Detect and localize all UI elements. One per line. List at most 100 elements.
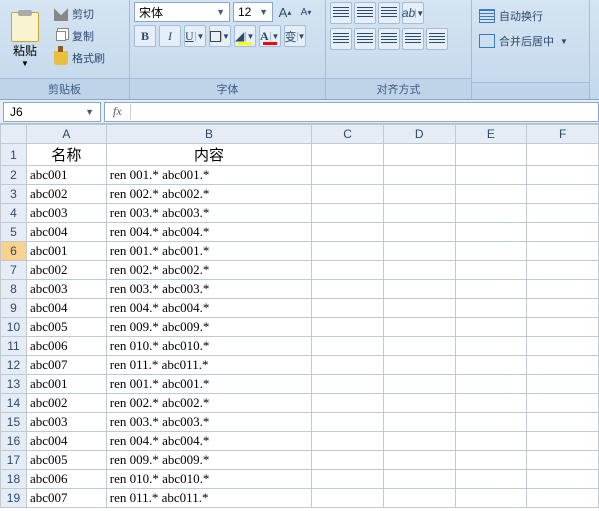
cell[interactable] (383, 166, 455, 185)
cell[interactable]: ren 011.* abc011.* (106, 356, 311, 375)
cell[interactable] (383, 280, 455, 299)
cell[interactable] (455, 413, 527, 432)
cell[interactable]: abc005 (26, 318, 106, 337)
cell[interactable] (383, 223, 455, 242)
cell[interactable] (383, 356, 455, 375)
row-header[interactable]: 1 (1, 144, 27, 166)
cell[interactable]: ren 003.* abc003.* (106, 413, 311, 432)
cell[interactable] (312, 375, 384, 394)
column-header-c[interactable]: C (312, 125, 384, 144)
cell[interactable] (455, 394, 527, 413)
wrap-text-button[interactable]: 自动换行 (476, 5, 585, 27)
orientation-button[interactable]: ab▼ (402, 2, 424, 24)
cell[interactable] (527, 318, 599, 337)
cell[interactable]: abc003 (26, 413, 106, 432)
cell[interactable]: abc002 (26, 185, 106, 204)
cell[interactable]: 内容 (106, 144, 311, 166)
cell[interactable] (455, 299, 527, 318)
cell[interactable] (312, 280, 384, 299)
cell[interactable] (455, 242, 527, 261)
cell[interactable] (527, 337, 599, 356)
row-header[interactable]: 16 (1, 432, 27, 451)
row-header[interactable]: 7 (1, 261, 27, 280)
grow-font-button[interactable]: A▴ (276, 2, 294, 22)
cell[interactable]: abc002 (26, 261, 106, 280)
cell[interactable] (455, 356, 527, 375)
cell[interactable]: ren 003.* abc003.* (106, 280, 311, 299)
cell[interactable]: ren 010.* abc010.* (106, 337, 311, 356)
cell[interactable] (455, 144, 527, 166)
cell[interactable] (383, 144, 455, 166)
cell[interactable] (527, 242, 599, 261)
cut-button[interactable]: 剪切 (50, 4, 109, 24)
align-center-button[interactable] (354, 28, 376, 50)
cell[interactable] (527, 223, 599, 242)
underline-button[interactable]: U▼ (184, 25, 206, 47)
fill-color-button[interactable]: ◢▼ (234, 25, 256, 47)
cell[interactable] (312, 144, 384, 166)
italic-button[interactable]: I (159, 25, 181, 47)
border-button[interactable]: ▼ (209, 25, 231, 47)
cell[interactable] (527, 394, 599, 413)
row-header[interactable]: 11 (1, 337, 27, 356)
row-header[interactable]: 18 (1, 470, 27, 489)
cell[interactable] (383, 470, 455, 489)
cell[interactable] (312, 318, 384, 337)
select-all-corner[interactable] (1, 125, 27, 144)
row-header[interactable]: 8 (1, 280, 27, 299)
column-header-b[interactable]: B (106, 125, 311, 144)
cell[interactable]: abc001 (26, 166, 106, 185)
cell[interactable] (455, 318, 527, 337)
cell[interactable] (312, 261, 384, 280)
column-header-e[interactable]: E (455, 125, 527, 144)
cell[interactable] (527, 280, 599, 299)
format-painter-button[interactable]: 格式刷 (50, 48, 109, 68)
row-header[interactable]: 3 (1, 185, 27, 204)
cell[interactable]: abc005 (26, 451, 106, 470)
cell[interactable] (527, 489, 599, 508)
cell[interactable]: abc004 (26, 432, 106, 451)
cell[interactable]: abc004 (26, 223, 106, 242)
column-header-f[interactable]: F (527, 125, 599, 144)
cell[interactable] (455, 280, 527, 299)
cell[interactable]: abc007 (26, 356, 106, 375)
cell[interactable] (527, 144, 599, 166)
align-middle-button[interactable] (354, 2, 376, 24)
cell[interactable] (527, 375, 599, 394)
cell[interactable]: ren 009.* abc009.* (106, 318, 311, 337)
cell[interactable] (455, 375, 527, 394)
cell[interactable] (383, 394, 455, 413)
cell[interactable] (383, 299, 455, 318)
paste-button[interactable]: 粘贴 ▼ (4, 2, 46, 78)
cell[interactable] (312, 166, 384, 185)
cell[interactable] (455, 166, 527, 185)
cell[interactable] (527, 432, 599, 451)
cell[interactable] (527, 470, 599, 489)
cell[interactable] (455, 432, 527, 451)
cell[interactable] (527, 261, 599, 280)
cell[interactable] (527, 356, 599, 375)
cell[interactable] (312, 394, 384, 413)
cell[interactable]: abc001 (26, 242, 106, 261)
cell[interactable] (455, 489, 527, 508)
cell[interactable]: ren 004.* abc004.* (106, 432, 311, 451)
cell[interactable]: abc006 (26, 470, 106, 489)
cell[interactable] (383, 337, 455, 356)
cell[interactable] (383, 489, 455, 508)
row-header[interactable]: 14 (1, 394, 27, 413)
cell[interactable] (312, 470, 384, 489)
cell[interactable]: ren 011.* abc011.* (106, 489, 311, 508)
cell[interactable]: ren 004.* abc004.* (106, 299, 311, 318)
bold-button[interactable]: B (134, 25, 156, 47)
cell[interactable] (527, 299, 599, 318)
column-header-d[interactable]: D (383, 125, 455, 144)
align-right-button[interactable] (378, 28, 400, 50)
cell[interactable] (527, 413, 599, 432)
row-header[interactable]: 10 (1, 318, 27, 337)
increase-indent-button[interactable] (426, 28, 448, 50)
row-header[interactable]: 12 (1, 356, 27, 375)
name-box[interactable]: J6▼ (3, 102, 101, 122)
row-header[interactable]: 6 (1, 242, 27, 261)
cell[interactable] (455, 261, 527, 280)
cell[interactable] (455, 451, 527, 470)
